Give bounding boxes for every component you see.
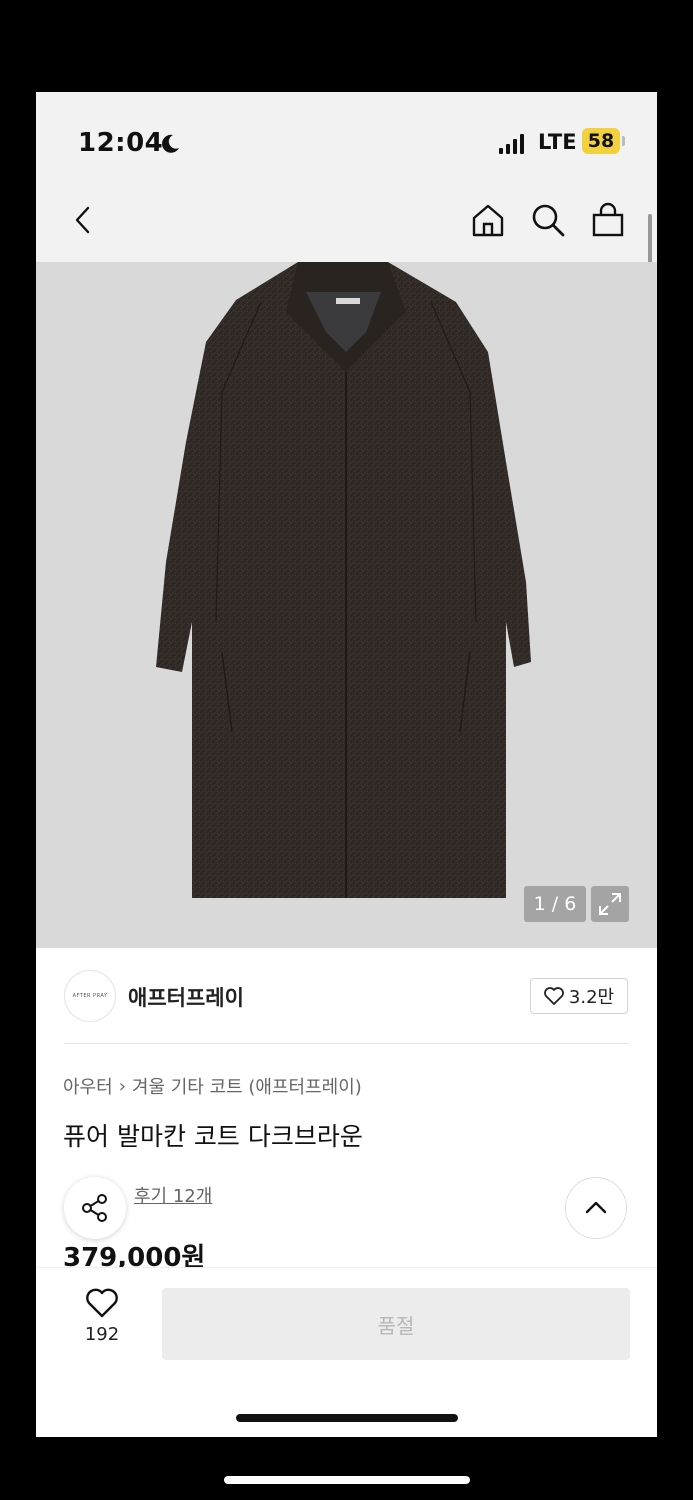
soldout-button[interactable]: 품절 [162, 1288, 630, 1360]
wishlist-button[interactable]: 192 [76, 1288, 128, 1358]
heart-icon [544, 987, 564, 1005]
network-label: LTE [538, 130, 577, 154]
share-button[interactable] [64, 1177, 126, 1239]
image-counter: 1 / 6 [524, 886, 586, 922]
outer-home-indicator [224, 1476, 470, 1484]
brand-like-button[interactable]: 3.2만 [530, 978, 628, 1014]
bottom-action-bar: 192 품절 [36, 1267, 657, 1437]
home-indicator [236, 1414, 458, 1422]
status-time: 12:04 [78, 128, 164, 158]
review-link[interactable]: 후기 12개 [134, 1182, 212, 1208]
back-icon[interactable] [66, 202, 102, 238]
heart-icon [86, 1288, 118, 1318]
chevron-right-icon: › [118, 1075, 126, 1097]
moon-icon [162, 134, 179, 153]
battery-tip [622, 136, 625, 146]
share-icon [82, 1194, 107, 1222]
status-bar: 12:04 LTE 58 [36, 92, 657, 192]
scroll-top-button[interactable] [565, 1177, 627, 1239]
battery-icon: 58 [582, 128, 620, 154]
nav-header [36, 192, 657, 262]
brand-name[interactable]: 애프터프레이 [128, 982, 244, 1012]
breadcrumb-item[interactable]: 아우터 [63, 1073, 113, 1099]
home-icon[interactable] [468, 200, 508, 240]
coat-image [156, 262, 531, 898]
product-image[interactable]: 1 / 6 [36, 262, 657, 948]
product-title: 퓨어 발마칸 코트 다크브라운 [63, 1122, 363, 1151]
bag-icon[interactable] [588, 200, 628, 240]
breadcrumb: 아우터 › 겨울 기타 코트 (애프터프레이) [63, 1073, 362, 1099]
divider [64, 1043, 629, 1044]
breadcrumb-item[interactable]: 겨울 기타 코트 (애프터프레이) [132, 1073, 362, 1099]
brand-logo[interactable]: AFTER PRAY [64, 970, 116, 1022]
expand-icon[interactable] [591, 886, 629, 922]
chevron-up-icon [585, 1201, 607, 1214]
phone-screen: 12:04 LTE 58 1 / 6 AFTER PRAY 애프터프레이 3.2… [36, 92, 657, 1437]
wishlist-count: 192 [84, 1324, 120, 1345]
brand-like-count: 3.2만 [568, 987, 615, 1008]
signal-icon [499, 134, 524, 154]
brand-row: AFTER PRAY 애프터프레이 3.2만 [36, 948, 657, 1044]
search-icon[interactable] [528, 200, 568, 240]
